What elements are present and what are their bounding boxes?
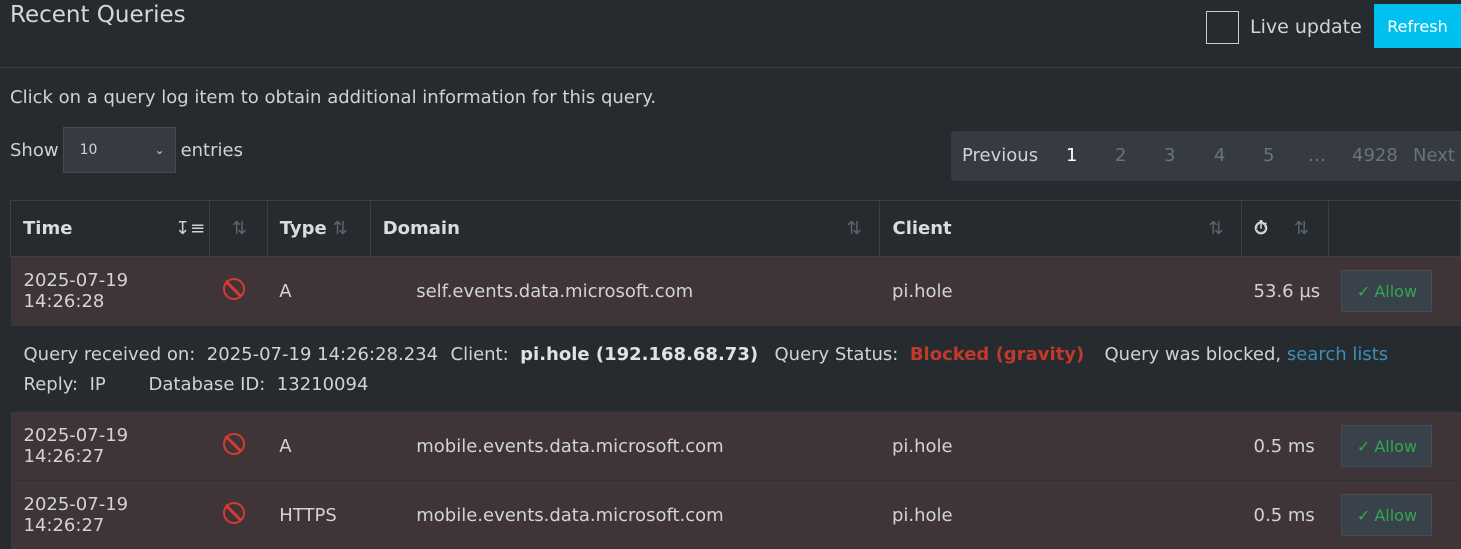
detail-dbid-value: 13210094 [276, 373, 369, 395]
row-domain: mobile.events.data.microsoft.com [370, 480, 880, 549]
table-row[interactable]: 2025-07-19 14:26:28 A self.events.data.m… [10, 256, 1461, 326]
pagination: Previous 1 2 3 4 5 … 4928 Next [951, 131, 1461, 181]
detail-blocked: Query was blocked, search lists [1105, 344, 1389, 365]
row-type: A [267, 411, 371, 481]
detail-received: Query received on: 2025-07-19 14:26:28.2… [24, 344, 439, 365]
sort-desc-icon: ↧≡ [175, 218, 206, 239]
query-log-hint: Click on a query log item to obtain addi… [10, 87, 657, 108]
row-type: A [267, 256, 371, 326]
detail-reply: Reply: IP [24, 374, 106, 395]
row-duration: 0.5 ms [1241, 480, 1329, 549]
query-detail-cell: Query received on: 2025-07-19 14:26:28.2… [11, 326, 1461, 412]
column-header-client[interactable]: Client ⇅ [879, 200, 1243, 257]
detail-status: Query Status: Blocked (gravity) [775, 344, 1085, 365]
row-time: 2025-07-19 14:26:27 [10, 480, 210, 549]
blocked-icon [223, 432, 246, 455]
sort-icon: ⇅ [231, 218, 247, 239]
detail-status-label: Query Status: [774, 343, 899, 365]
column-header-duration[interactable]: ⏱ ⇅ [1241, 200, 1329, 257]
entries-length-control: Show 10 ⌄ entries [10, 127, 243, 173]
row-domain: mobile.events.data.microsoft.com [370, 411, 880, 481]
refresh-button[interactable]: Refresh [1374, 4, 1461, 48]
query-log-table: Time ↧≡ ⇅ Type ⇅ Domain ⇅ Client ⇅ ⏱ ⇅ 2… [10, 200, 1461, 549]
sort-icon: ⇅ [332, 218, 348, 239]
pagination-page-5[interactable]: 5 [1263, 145, 1274, 166]
pagination-page-2[interactable]: 2 [1115, 145, 1126, 166]
allow-button[interactable]: ✓ Allow [1341, 270, 1433, 313]
pagination-next[interactable]: Next [1413, 145, 1455, 166]
row-client: pi.hole [879, 411, 1242, 481]
allow-button[interactable]: ✓ Allow [1341, 425, 1433, 467]
entries-select[interactable]: 10 ⌄ [62, 127, 176, 173]
column-header-domain[interactable]: Domain ⇅ [369, 200, 881, 257]
table-row[interactable]: 2025-07-19 14:26:27 A mobile.events.data… [10, 411, 1461, 481]
detail-received-value: 2025-07-19 14:26:28.234 [206, 343, 439, 365]
entries-label: entries [180, 139, 243, 161]
row-duration: 0.5 ms [1241, 411, 1329, 481]
row-duration: 53.6 µs [1241, 256, 1329, 326]
search-lists-link[interactable]: search lists [1287, 344, 1388, 365]
pagination-previous[interactable]: Previous [962, 145, 1038, 166]
column-header-type-label: Type [279, 218, 327, 239]
sort-icon: ⇅ [1208, 218, 1224, 239]
check-icon: ✓ [1356, 281, 1371, 301]
blocked-icon [223, 501, 246, 524]
live-update-toggle[interactable]: Live update [1206, 10, 1362, 44]
detail-dbid-label: Database ID: [148, 373, 266, 395]
column-header-domain-label: Domain [382, 218, 460, 239]
show-label: Show [10, 139, 59, 161]
pagination-ellipsis: … [1308, 145, 1326, 166]
live-update-label: Live update [1250, 16, 1362, 38]
detail-blocked-text: Query was blocked, [1104, 343, 1282, 365]
row-time: 2025-07-19 14:26:27 [10, 411, 210, 481]
row-domain: self.events.data.microsoft.com [370, 256, 880, 326]
pagination-page-4[interactable]: 4 [1214, 145, 1225, 166]
page-header: Recent Queries Live update Refresh [0, 0, 1461, 68]
chevron-down-icon: ⌄ [154, 143, 165, 157]
column-header-type[interactable]: Type ⇅ [266, 200, 371, 257]
row-client: pi.hole [879, 480, 1242, 549]
allow-button[interactable]: ✓ Allow [1341, 494, 1433, 537]
detail-client-label: Client: [450, 343, 509, 365]
allow-button-label: Allow [1374, 436, 1418, 456]
query-detail-row: Query received on: 2025-07-19 14:26:28.2… [10, 325, 1461, 412]
pagination-page-3[interactable]: 3 [1164, 145, 1175, 166]
table-row[interactable]: 2025-07-19 14:26:27 HTTPS mobile.events.… [10, 480, 1461, 549]
table-header-row: Time ↧≡ ⇅ Type ⇅ Domain ⇅ Client ⇅ ⏱ ⇅ [10, 200, 1461, 257]
entries-select-value: 10 [79, 142, 98, 158]
sort-icon: ⇅ [846, 218, 862, 239]
check-icon: ✓ [1356, 436, 1371, 456]
column-header-time[interactable]: Time ↧≡ [10, 200, 210, 257]
row-type: HTTPS [267, 480, 371, 549]
detail-dbid: Database ID: 13210094 [149, 374, 369, 395]
row-time: 2025-07-19 14:26:28 [10, 256, 210, 326]
live-update-checkbox[interactable] [1206, 10, 1239, 44]
detail-client-value: pi.hole (192.168.68.73) [520, 343, 759, 365]
allow-button-label: Allow [1374, 505, 1418, 525]
allow-button-label: Allow [1374, 281, 1418, 301]
page-title: Recent Queries [10, 2, 186, 28]
detail-received-label: Query received on: [23, 343, 196, 365]
detail-client: Client: pi.hole (192.168.68.73) [451, 344, 759, 365]
column-header-status[interactable]: ⇅ [208, 200, 268, 257]
row-client: pi.hole [879, 256, 1242, 326]
detail-reply-label: Reply: [23, 373, 79, 395]
detail-reply-value: IP [89, 373, 106, 395]
column-header-client-label: Client [892, 218, 952, 239]
column-header-action [1327, 200, 1461, 257]
stopwatch-icon: ⏱ [1254, 218, 1269, 239]
check-icon: ✓ [1356, 505, 1371, 525]
pagination-page-1[interactable]: 1 [1066, 145, 1077, 166]
column-header-time-label: Time [23, 218, 73, 239]
blocked-icon [223, 277, 246, 300]
pagination-page-last[interactable]: 4928 [1352, 145, 1398, 166]
sort-icon: ⇅ [1294, 218, 1310, 239]
detail-status-value: Blocked (gravity) [909, 343, 1085, 365]
